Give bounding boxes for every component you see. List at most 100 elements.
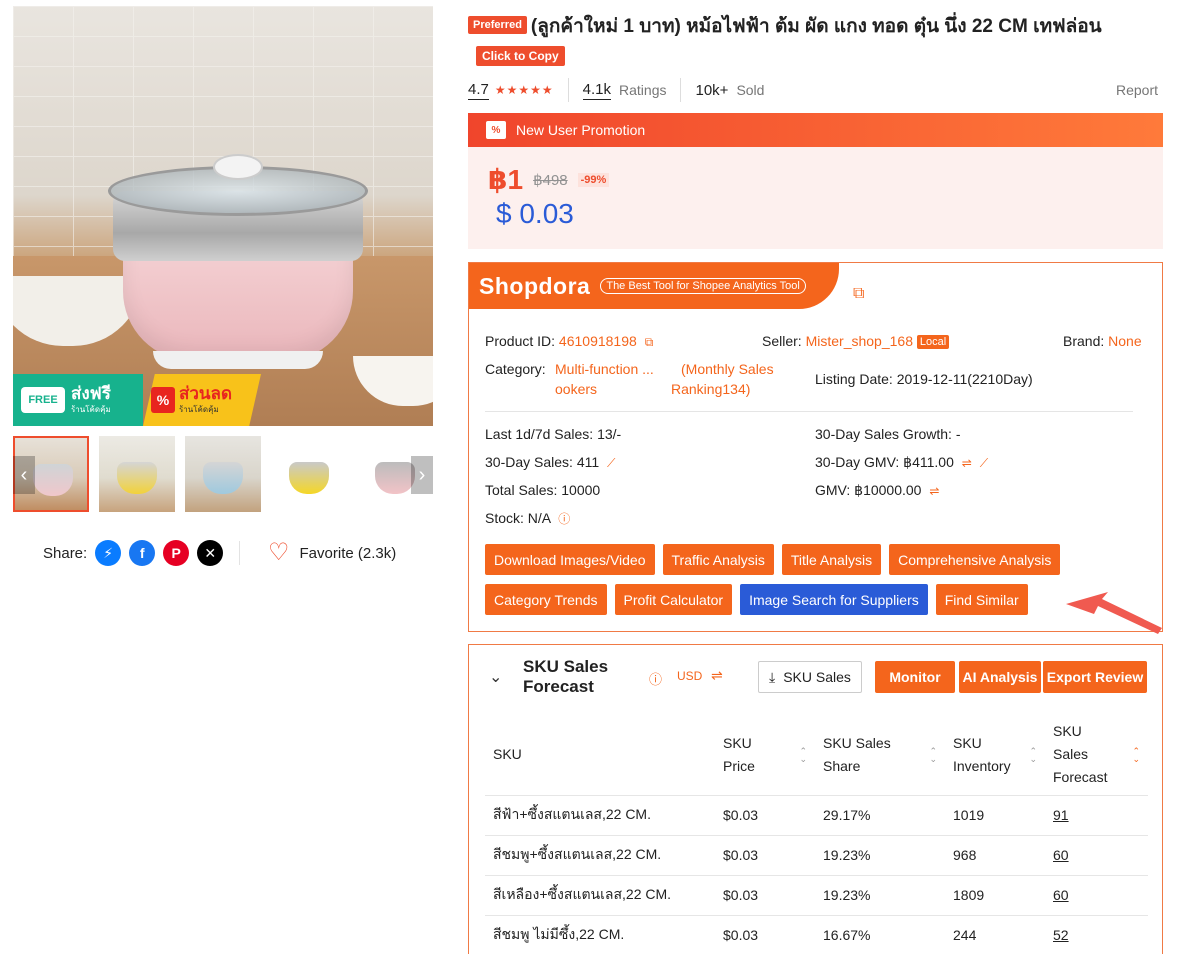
pot-lid-knob xyxy=(213,154,263,180)
forecast-cell[interactable]: 91 xyxy=(1045,795,1148,836)
col-price-label: SKU Price xyxy=(723,734,755,774)
seller-field: Seller: Mister_shop_168 Local xyxy=(762,331,950,351)
new-user-promo-bar: % New User Promotion xyxy=(468,113,1163,147)
traffic-analysis-button[interactable]: Traffic Analysis xyxy=(662,544,774,575)
price-cell: $0.03 xyxy=(715,915,815,954)
monitor-button[interactable]: Monitor xyxy=(875,661,955,693)
ratings-label: Ratings xyxy=(619,82,667,98)
gmv-30d-field: 30-Day GMV: ฿411.00 ⇌ ⟋ xyxy=(815,452,988,473)
sales-1d7d-value: 13/- xyxy=(597,426,622,442)
sku-panel-header: ⌄ SKU Sales Forecast ⓘ USD ⇌ ⤓ SKU Sales… xyxy=(469,645,1162,705)
messenger-icon[interactable]: ⚡ xyxy=(95,540,122,566)
share-cell: 19.23% xyxy=(815,875,945,916)
favorite-button[interactable]: ♡ Favorite (2.3k) xyxy=(268,540,396,566)
click-to-copy-button[interactable]: Click to Copy xyxy=(476,46,565,66)
inventory-cell: 244 xyxy=(945,915,1045,954)
listing-date-value: 2019-12-11(2210Day) xyxy=(896,371,1033,387)
sort-icon[interactable]: ⌃ ⌄ xyxy=(929,746,937,763)
profit-calculator-button[interactable]: Profit Calculator xyxy=(614,584,733,615)
sold-label: Sold xyxy=(736,82,765,98)
download-images-button[interactable]: Download Images/Video xyxy=(485,544,655,575)
export-review-button[interactable]: Export Review xyxy=(1043,661,1147,693)
ranking-line1[interactable]: (Monthly Sales xyxy=(681,359,774,379)
col-share[interactable]: SKU Sales Share ⌃ ⌄ xyxy=(815,715,945,796)
currency-swap-icon[interactable]: ⇌ xyxy=(962,456,972,470)
thumbnail-prev-icon[interactable]: ‹ xyxy=(13,456,35,494)
ai-analysis-button[interactable]: AI Analysis xyxy=(959,661,1041,693)
rating-value[interactable]: 4.7 xyxy=(468,81,489,100)
sort-icon[interactable]: ⌃ ⌄ xyxy=(1029,746,1037,763)
sales-growth-field: 30-Day Sales Growth: - xyxy=(815,424,961,444)
sku-table-header: SKU SKU Price ⌃ ⌄ SKU Sales Share ⌃ ⌄ SKU In… xyxy=(485,715,1148,796)
info-icon[interactable]: ⓘ xyxy=(649,669,662,688)
table-row: สีชมพู+ซึ้งสแตนเลส,22 CM. $0.03 19.23% 9… xyxy=(485,835,1148,876)
share-cell: 16.67% xyxy=(815,915,945,954)
shopdora-header: Shopdora The Best Tool for Shopee Analyt… xyxy=(469,263,839,309)
report-link[interactable]: Report xyxy=(1116,82,1158,98)
discount-badge: % ส่วนลด ร้านโค้ดคุ้ม xyxy=(143,374,261,426)
product-id-value[interactable]: 4610918198 xyxy=(559,333,637,349)
star-rating-icon: ★★★★★ xyxy=(494,83,554,97)
category-line1[interactable]: Multi-function ... xyxy=(555,359,654,379)
forecast-cell[interactable]: 60 xyxy=(1045,835,1148,876)
ranking-line2[interactable]: Ranking134) xyxy=(671,379,750,399)
truck-icon: FREE xyxy=(21,387,65,413)
col-price[interactable]: SKU Price ⌃ ⌄ xyxy=(715,715,815,796)
sort-icon[interactable]: ⌃ ⌄ xyxy=(1132,746,1140,763)
sort-icon[interactable]: ⌃ ⌄ xyxy=(799,746,807,763)
forecast-cell[interactable]: 52 xyxy=(1045,915,1148,954)
gmv-30d-value: ฿411.00 xyxy=(903,454,954,470)
thumbnail-3[interactable] xyxy=(185,436,261,512)
currency-swap-icon[interactable]: ⇌ xyxy=(711,667,723,684)
chevron-down-icon[interactable]: ⌄ xyxy=(489,667,502,687)
stats-divider xyxy=(567,78,569,102)
brand-value[interactable]: None xyxy=(1108,333,1141,349)
ratings-count[interactable]: 4.1k xyxy=(582,81,612,100)
favorite-label: Favorite (2.3k) xyxy=(299,544,397,562)
currency-label: USD xyxy=(677,669,703,683)
info-icon[interactable]: ⓘ xyxy=(558,512,570,526)
category-line2[interactable]: ookers xyxy=(555,379,597,399)
original-price: ฿498 xyxy=(533,171,568,189)
thumbnail-strip: ‹ › xyxy=(13,436,433,512)
external-link-icon[interactable]: ⧉ xyxy=(853,285,864,303)
thumbnail-next-icon[interactable]: › xyxy=(411,456,433,494)
comprehensive-analysis-button[interactable]: Comprehensive Analysis xyxy=(889,544,1061,575)
product-main-image[interactable]: FREE ส่งฟรี ร้านโค้ดคุ้ม % ส่วนลด ร้านโค… xyxy=(13,6,433,426)
share-divider xyxy=(239,541,240,565)
col-inventory[interactable]: SKU Inventory ⌃ ⌄ xyxy=(945,715,1045,796)
thumbnail-4[interactable] xyxy=(271,436,347,512)
col-forecast[interactable]: SKU Sales Forecast ⌃ ⌄ xyxy=(1045,715,1148,796)
title-analysis-button[interactable]: Title Analysis xyxy=(781,544,882,575)
find-similar-button[interactable]: Find Similar xyxy=(935,584,1028,615)
seller-link[interactable]: Mister_shop_168 xyxy=(806,333,913,349)
annotation-arrow-icon xyxy=(1066,592,1162,634)
trend-chart-icon[interactable]: ⟋ xyxy=(980,456,988,470)
listing-date-field: Listing Date: 2019-12-11(2210Day) xyxy=(815,369,1033,389)
shopdora-panel: Shopdora The Best Tool for Shopee Analyt… xyxy=(468,262,1163,632)
x-icon[interactable]: ✕ xyxy=(197,540,224,566)
copy-icon[interactable]: ⧉ xyxy=(645,335,654,349)
category-trends-button[interactable]: Category Trends xyxy=(485,584,607,615)
facebook-icon[interactable]: f xyxy=(129,540,156,566)
sku-cell: สีชมพู ไม่มีซึ้ง,22 CM. xyxy=(485,915,715,954)
forecast-cell[interactable]: 60 xyxy=(1045,875,1148,916)
sales-30d-label: 30-Day Sales: xyxy=(485,454,573,470)
currency-swap-icon[interactable]: ⇌ xyxy=(929,484,939,498)
shopdora-logo: Shopdora xyxy=(479,272,591,299)
tool-buttons-row2: Category Trends Profit Calculator Image … xyxy=(485,584,1028,615)
percent-icon: % xyxy=(151,387,175,413)
sku-panel-title: SKU Sales Forecast xyxy=(523,657,608,697)
table-row: สีชมพู ไม่มีซึ้ง,22 CM. $0.03 16.67% 244… xyxy=(485,915,1148,954)
thumbnail-2[interactable] xyxy=(99,436,175,512)
product-id-field: Product ID: 4610918198 ⧉ xyxy=(485,331,653,352)
image-search-suppliers-button[interactable]: Image Search for Suppliers xyxy=(740,584,928,615)
stats-row: 4.7 ★★★★★ 4.1k Ratings 10k+ Sold Report xyxy=(468,78,1158,102)
pinterest-icon[interactable]: P xyxy=(163,540,190,566)
gmv-value: ฿10000.00 xyxy=(854,482,922,498)
price-box: ฿1 ฿498 -99% $ 0.03 xyxy=(468,147,1163,249)
trend-chart-icon[interactable]: ⟋ xyxy=(607,456,615,470)
download-icon: ⤓ xyxy=(769,668,776,685)
sku-sales-download-button[interactable]: ⤓ SKU Sales xyxy=(758,661,862,693)
sku-cell: สีฟ้า+ซึ้งสแตนเลส,22 CM. xyxy=(485,795,715,836)
